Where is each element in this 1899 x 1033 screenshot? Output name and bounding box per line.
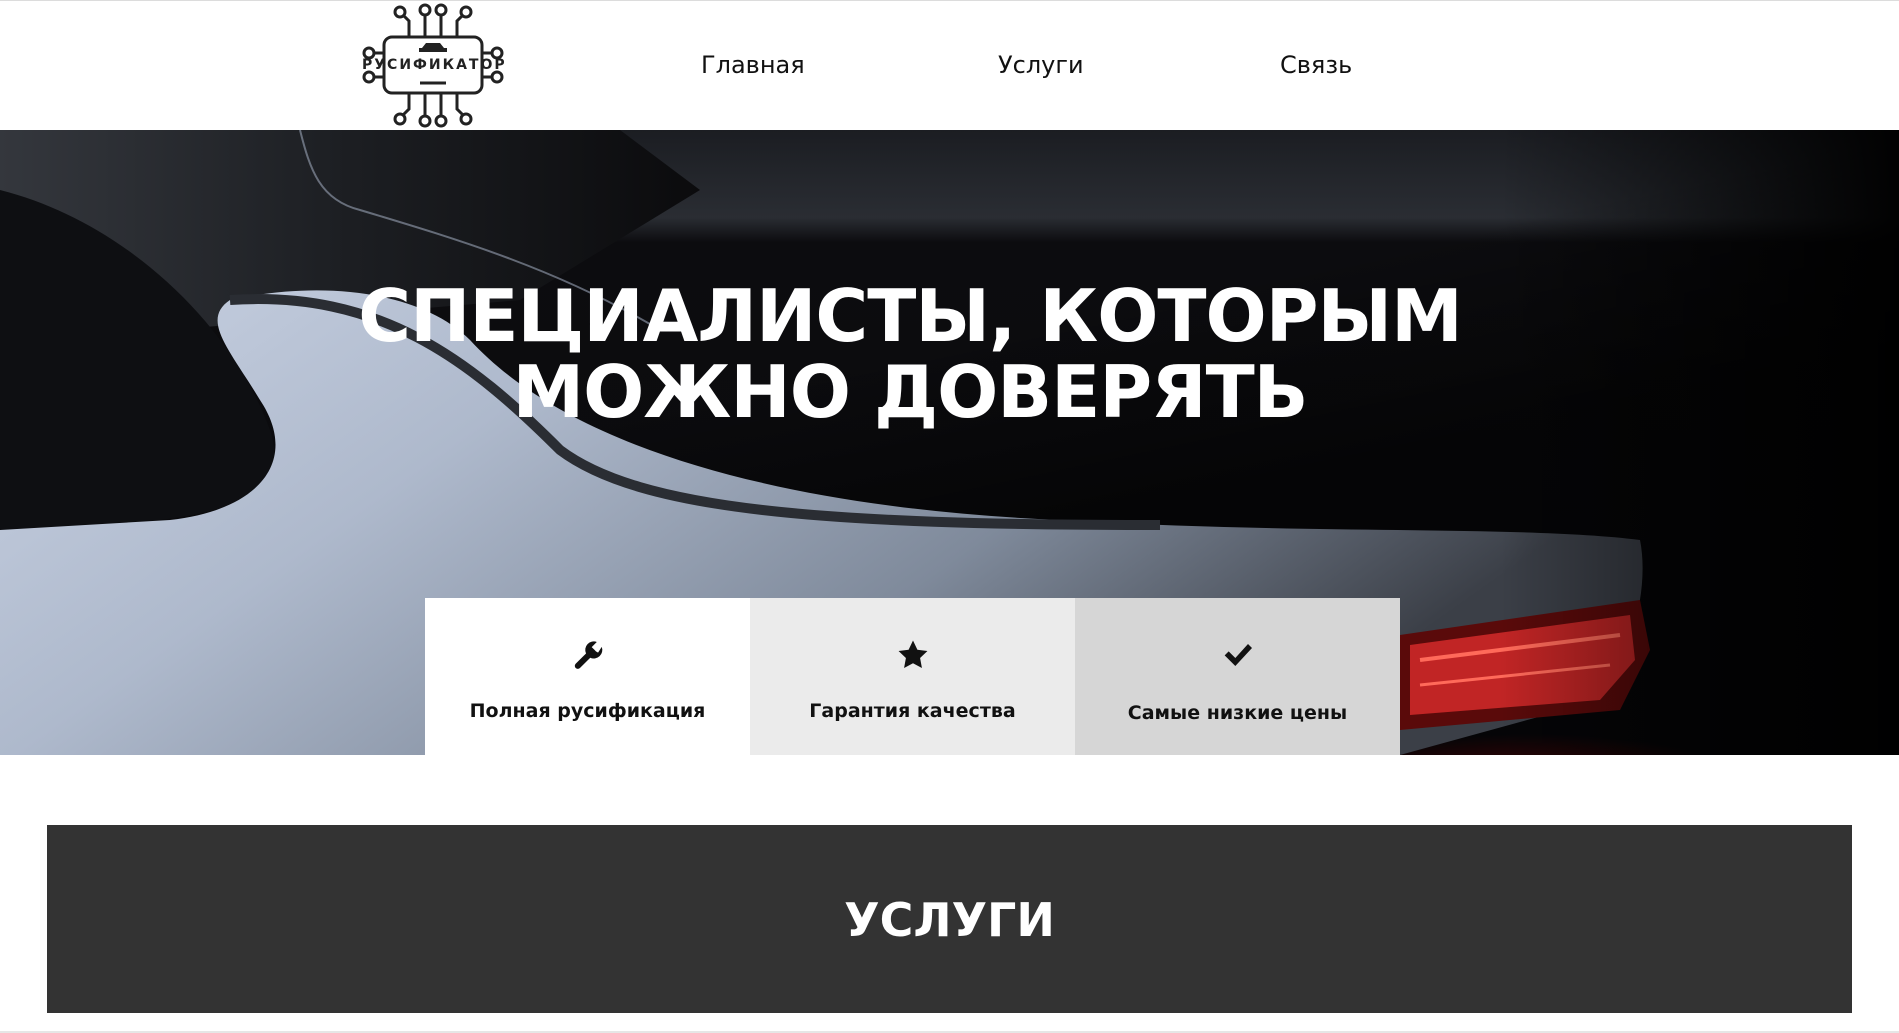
wrench-icon xyxy=(425,638,750,678)
services-title: УСЛУГИ xyxy=(844,893,1055,947)
star-icon xyxy=(750,638,1075,678)
site-header: РУСИФИКАТОР Главная Услуги Связь xyxy=(0,1,1899,130)
feature-card-quality[interactable]: Гарантия качества xyxy=(750,598,1075,755)
nav-services[interactable]: Услуги xyxy=(998,51,1084,79)
checkmark-icon xyxy=(1075,638,1400,678)
hero-title-line1: СПЕЦИАЛИСТЫ, КОТОРЫМ xyxy=(358,274,1463,359)
site-logo[interactable]: РУСИФИКАТОР xyxy=(362,3,507,129)
feature-card-russification[interactable]: Полная русификация xyxy=(425,598,750,755)
feature-label: Полная русификация xyxy=(469,700,706,722)
feature-label: Гарантия качества xyxy=(809,700,1016,722)
logo-text: РУСИФИКАТОР xyxy=(362,57,507,73)
hero-title: СПЕЦИАЛИСТЫ, КОТОРЫМ МОЖНО ДОВЕРЯТЬ xyxy=(0,278,1820,430)
hero-title-line2: МОЖНО ДОВЕРЯТЬ xyxy=(512,350,1308,435)
feature-card-prices[interactable]: Самые низкие цены xyxy=(1075,598,1400,755)
services-section: УСЛУГИ xyxy=(47,825,1852,1013)
nav-home[interactable]: Главная xyxy=(701,51,805,79)
feature-label: Самые низкие цены xyxy=(1127,702,1348,724)
nav-contact[interactable]: Связь xyxy=(1280,51,1352,79)
